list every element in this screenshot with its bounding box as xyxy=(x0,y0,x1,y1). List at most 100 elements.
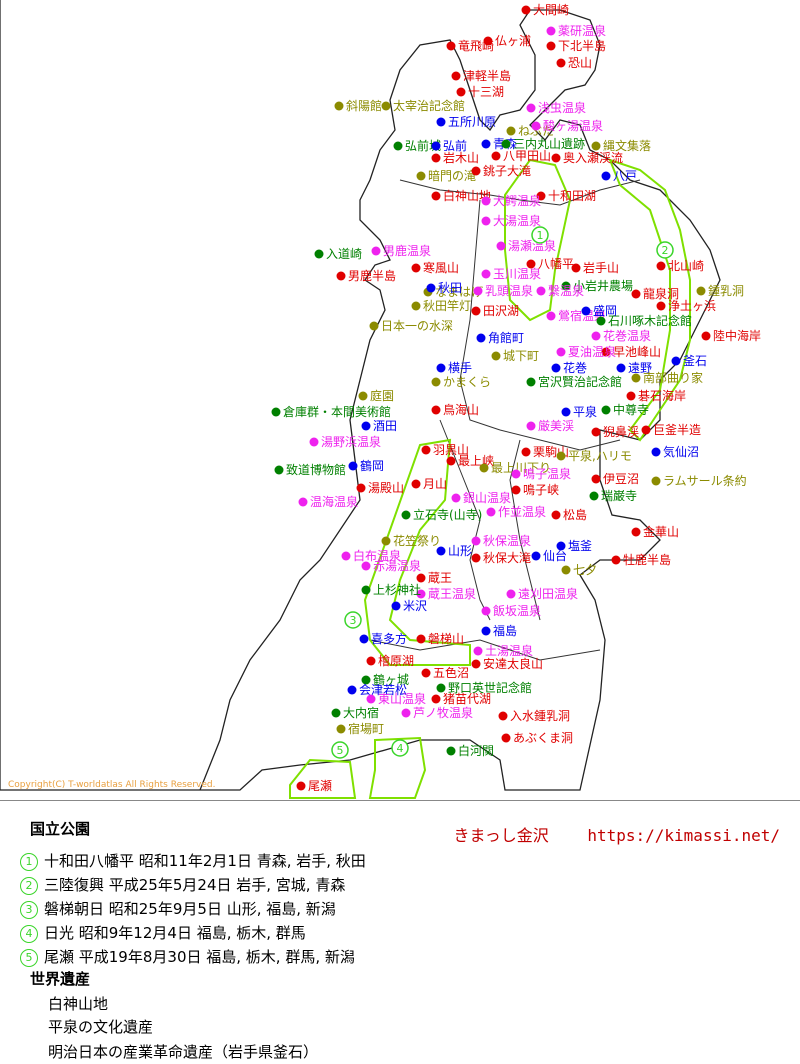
place-marker xyxy=(471,536,481,546)
place-75: 湯野浜温泉 xyxy=(309,435,381,449)
place-label: 暗門の滝 xyxy=(428,168,476,183)
place-label: ラムサール条約 xyxy=(663,473,747,488)
place-label: 芦ノ牧温泉 xyxy=(413,706,473,720)
place-marker xyxy=(361,585,371,595)
place-label: 太宰治記念館 xyxy=(393,98,465,113)
place-label: 南部曲り家 xyxy=(643,370,703,385)
place-marker xyxy=(481,606,491,616)
place-marker xyxy=(366,694,376,704)
park-marker-2: 2 xyxy=(656,241,674,259)
place-label: 浅虫温泉 xyxy=(538,101,586,115)
place-21: 奥入瀬渓流 xyxy=(551,151,623,165)
place-label: 鶴岡 xyxy=(360,458,384,473)
place-marker xyxy=(296,781,306,791)
place-marker xyxy=(451,71,461,81)
park-marker-3: 3 xyxy=(344,611,362,629)
place-label: 松島 xyxy=(563,507,587,522)
place-label: 十三湖 xyxy=(468,84,504,99)
place-label: 秋田竿灯 xyxy=(423,298,471,313)
heritage-title: 世界遺産 xyxy=(30,970,91,988)
place-label: 尾瀬 xyxy=(308,779,332,793)
place-marker xyxy=(611,555,621,565)
park-entry: 3 磐梯朝日 昭和25年9月5日 山形, 福島, 新潟 xyxy=(20,898,336,919)
place-67: 倉庫群・本間美術館 xyxy=(271,404,391,419)
place-marker xyxy=(347,685,357,695)
place-marker xyxy=(479,463,489,473)
place-marker xyxy=(456,87,466,97)
place-marker xyxy=(491,351,501,361)
place-label: 鳥海山 xyxy=(443,402,479,417)
place-label: 七夕 xyxy=(573,563,597,577)
place-marker xyxy=(431,141,441,151)
place-label: 猊鼻渓 xyxy=(603,424,639,439)
place-label: 安達太良山 xyxy=(483,656,543,671)
place-marker xyxy=(431,153,441,163)
svg-text:3: 3 xyxy=(350,614,357,627)
place-marker xyxy=(526,421,536,431)
place-label: 五所川原 xyxy=(448,115,496,129)
place-marker xyxy=(401,510,411,520)
place-marker xyxy=(536,286,546,296)
site-banner[interactable]: きまっし金沢 https://kimassi.net/ xyxy=(453,822,780,846)
park-entry: 2 三陸復興 平成25年5月24日 岩手, 宮城, 青森 xyxy=(20,874,345,895)
place-label: 城下町 xyxy=(503,349,539,363)
place-marker xyxy=(551,510,561,520)
place-marker xyxy=(531,551,541,561)
place-label: 金華山 xyxy=(643,524,679,539)
place-label: 浄土ヶ浜 xyxy=(668,299,716,313)
place-label: 石川啄木記念館 xyxy=(608,313,692,328)
place-label: 夏油温泉 xyxy=(568,345,616,359)
place-marker xyxy=(369,321,379,331)
place-label: 八戸 xyxy=(613,169,637,183)
place-label: 遠刈田温泉 xyxy=(518,587,578,601)
svg-text:5: 5 xyxy=(337,744,344,757)
place-64: 宮沢賢治記念館 xyxy=(526,374,622,389)
place-label: 繋温泉 xyxy=(548,283,584,298)
place-marker xyxy=(506,589,516,599)
place-marker xyxy=(341,551,351,561)
place-13: 酸ヶ湯温泉 xyxy=(531,118,603,133)
heritage-entry: 明治日本の産業革命遺産（岩手県釜石） xyxy=(48,1043,319,1061)
place-label: 塩釜 xyxy=(568,538,592,553)
place-marker xyxy=(436,546,446,556)
place-label: 瑞巌寺 xyxy=(601,489,637,503)
place-label: 十和田湖 xyxy=(548,188,596,203)
place-label: 山形 xyxy=(448,544,472,558)
place-label: 倉庫群・本間美術館 xyxy=(283,404,391,419)
place-label: 厳美渓 xyxy=(538,419,574,433)
place-marker xyxy=(591,141,601,151)
place-marker xyxy=(356,483,366,493)
place-119: 安達太良山 xyxy=(471,656,543,671)
place-label: 酒田 xyxy=(373,419,397,433)
place-9: 太宰治記念館 xyxy=(381,98,465,113)
place-marker xyxy=(411,301,421,311)
place-label: 男鹿温泉 xyxy=(383,243,431,258)
place-label: 玉川温泉 xyxy=(493,267,541,281)
place-label: あぶくま洞 xyxy=(513,731,573,745)
heritage-entry: 白神山地 xyxy=(48,995,109,1013)
place-label: 土湯温泉 xyxy=(485,644,533,658)
place-marker xyxy=(501,139,511,149)
place-label: 秋田 xyxy=(438,281,462,295)
place-marker xyxy=(581,306,591,316)
place-label: 湯殿山 xyxy=(368,481,404,495)
place-marker xyxy=(546,26,556,36)
place-marker xyxy=(348,461,358,471)
place-label: 五色沼 xyxy=(433,666,469,680)
place-label: 牡鹿半島 xyxy=(623,552,671,567)
place-marker xyxy=(546,311,556,321)
site-url[interactable]: https://kimassi.net/ xyxy=(587,826,780,845)
place-label: 蔵王温泉 xyxy=(428,587,476,601)
place-marker xyxy=(446,41,456,51)
place-marker xyxy=(334,101,344,111)
place-marker xyxy=(314,249,324,259)
place-86: ラムサール条約 xyxy=(651,473,747,488)
place-marker xyxy=(601,405,611,415)
place-label: 赤湯温泉 xyxy=(373,559,421,573)
place-label: 陸中海岸 xyxy=(713,328,761,343)
place-marker xyxy=(421,445,431,455)
place-marker xyxy=(511,485,521,495)
place-marker xyxy=(481,139,491,149)
place-label: 乳頭温泉 xyxy=(485,284,533,298)
place-marker xyxy=(473,646,483,656)
